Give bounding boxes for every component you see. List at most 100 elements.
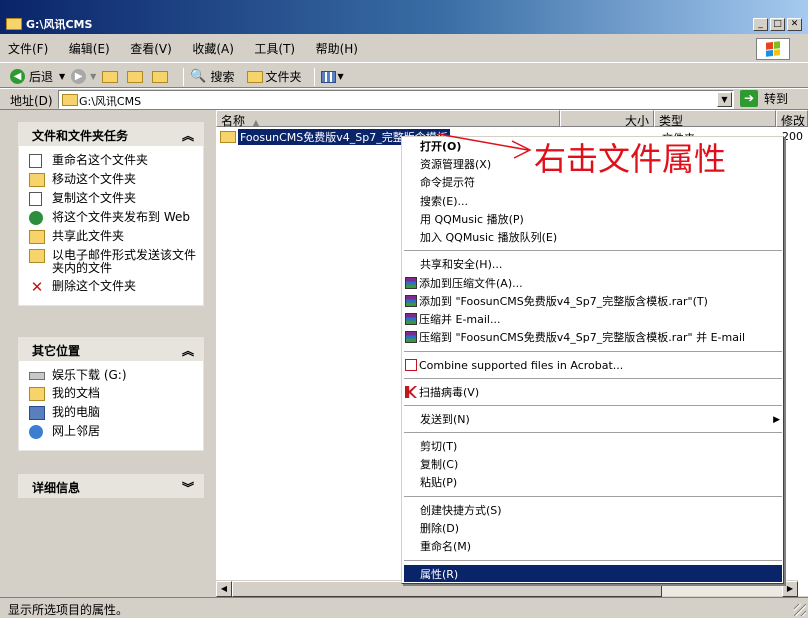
menu-item-copy[interactable]: 复制(C) [420,458,458,472]
menu-help[interactable]: 帮助(H) [316,40,358,57]
search-button[interactable]: 🔍 搜索 [190,68,234,85]
column-header-size[interactable]: 大小 [560,110,654,128]
annotation-text: 右击文件属性 [534,140,727,178]
rename-icon [29,154,42,168]
menu-item-create-shortcut[interactable]: 创建快捷方式(S) [420,504,502,518]
go-button[interactable]: ➔ 转到 [740,90,788,107]
menu-view[interactable]: 查看(V) [130,40,172,57]
folder-icon [6,18,22,30]
menu-item-command-prompt[interactable]: 命令提示符 [420,176,475,190]
menu-item-qqmusic-queue[interactable]: 加入 QQMusic 播放队列(E) [420,231,557,245]
menu-label: 压缩到 "FoosunCMS免费版v4_Sp7_完整版含模板.rar" 并 E-… [419,331,746,344]
go-label: 转到 [764,92,789,106]
column-label: 类型 [659,114,684,128]
expand-icon[interactable]: ︾ [182,479,194,496]
task-label: 删除这个文件夹 [52,279,137,293]
menu-favorites[interactable]: 收藏(A) [192,40,234,57]
task-copy-folder[interactable]: 复制这个文件夹 [29,192,197,206]
menu-item-add-archive[interactable]: 添加到压缩文件(A)... [405,277,523,291]
collapse-icon[interactable]: ︽ [182,127,194,144]
views-icon [320,70,336,83]
minimize-button[interactable]: _ [753,18,768,31]
resize-grip-icon[interactable] [794,604,806,616]
place-label: 娱乐下载 (G:) [52,368,127,382]
back-dropdown-icon[interactable]: ▼ [59,72,65,81]
address-input[interactable]: G:\风讯CMS ▼ [58,90,734,109]
column-header-name[interactable]: 名称 ▲ [216,110,560,128]
collapse-icon[interactable]: ︽ [182,342,194,359]
task-pane: 文件和文件夹任务 ︽ 重命名这个文件夹 移动这个文件夹 复制这个文件夹 将这个文… [4,112,214,590]
status-text: 显示所选项目的属性。 [8,603,129,617]
menu-label: 添加到压缩文件(A)... [419,277,523,290]
close-button[interactable]: ✕ [787,18,802,31]
delete-icon: ✕ [30,277,44,296]
menu-item-send-to[interactable]: 发送到(N) ▶ [420,413,780,427]
place-my-computer[interactable]: 我的电脑 [29,406,197,420]
maximize-button[interactable]: □ [770,18,785,31]
place-network[interactable]: 网上邻居 [29,425,197,439]
email-icon [29,249,45,263]
other-places-header[interactable]: 其它位置 ︽ [18,337,204,361]
up-button[interactable] [102,70,121,83]
antivirus-icon [405,386,417,398]
task-label: 将这个文件夹发布到 Web [52,210,190,224]
menu-separator [404,378,782,380]
folders-icon [246,70,263,83]
menu-item-delete[interactable]: 删除(D) [420,522,459,536]
views-button[interactable]: ▼ [320,70,344,83]
folders-label: 文件夹 [265,70,302,84]
menu-item-properties[interactable]: 属性(R) [404,565,782,582]
menu-label: Combine supported files in Acrobat... [419,359,624,372]
menu-item-search[interactable]: 搜索(E)... [420,195,468,209]
window-controls: _ □ ✕ [753,18,802,31]
column-label: 修改 [781,114,806,128]
menu-item-compress-rar-email[interactable]: 压缩到 "FoosunCMS免费版v4_Sp7_完整版含模板.rar" 并 E-… [405,331,745,345]
menu-item-cut[interactable]: 剪切(T) [420,440,457,454]
copy-to-icon [152,70,169,83]
menu-item-sharing[interactable]: 共享和安全(H)... [420,258,502,272]
scroll-right-button[interactable]: ▶ [782,581,798,597]
menu-item-acrobat-combine[interactable]: Combine supported files in Acrobat... [405,359,623,373]
toolbar-separator [313,67,315,86]
menu-edit[interactable]: 编辑(E) [69,40,110,57]
folders-button[interactable]: 文件夹 [246,68,302,85]
other-places-title: 其它位置 [32,344,81,358]
menu-item-rename[interactable]: 重命名(M) [420,540,471,554]
menu-item-virus-scan[interactable]: 扫描病毒(V) [405,386,479,400]
task-email-files[interactable]: 以电子邮件形式发送该文件夹内的文件 [29,249,197,275]
task-move-folder[interactable]: 移动这个文件夹 [29,173,197,187]
menu-item-open[interactable]: 打开(O) [420,140,461,154]
menu-tools[interactable]: 工具(T) [254,40,295,57]
menu-item-compress-email[interactable]: 压缩并 E-mail... [405,313,500,327]
back-button[interactable]: ◀ 后退 ▼ [10,68,65,85]
details-panel: 详细信息 ︾ [18,474,204,498]
details-title: 详细信息 [32,481,81,495]
menu-item-explorer[interactable]: 资源管理器(X) [420,158,491,172]
menu-separator [404,432,782,434]
place-my-documents[interactable]: 我的文档 [29,387,197,401]
file-tasks-header[interactable]: 文件和文件夹任务 ︽ [18,122,204,146]
task-delete-folder[interactable]: ✕ 删除这个文件夹 [29,277,197,296]
move-to-button[interactable] [127,70,146,83]
forward-arrow-icon: ▶ [71,69,87,84]
task-rename-folder[interactable]: 重命名这个文件夹 [29,154,197,168]
task-publish-web[interactable]: 将这个文件夹发布到 Web [29,211,197,225]
search-label: 搜索 [210,70,235,84]
details-header[interactable]: 详细信息 ︾ [18,474,204,498]
title-bar: G:\风讯CMS [0,0,808,34]
column-header-modified[interactable]: 修改 [776,110,808,128]
column-header-type[interactable]: 类型 [654,110,776,128]
menu-file[interactable]: 文件(F) [8,40,48,57]
menu-item-qqmusic-play[interactable]: 用 QQMusic 播放(P) [420,213,524,227]
drive-icon [29,372,45,380]
menu-item-add-to-rar[interactable]: 添加到 "FoosunCMS免费版v4_Sp7_完整版含模板.rar"(T) [405,295,708,309]
copy-to-button[interactable] [152,70,171,83]
scroll-left-button[interactable]: ◀ [216,581,232,597]
menu-separator [404,560,782,562]
forward-button[interactable]: ▶ ▼ [71,69,96,84]
place-drive-g[interactable]: 娱乐下载 (G:) [29,369,197,382]
menu-separator [404,250,782,252]
task-share-folder[interactable]: 共享此文件夹 [29,230,197,244]
address-dropdown-button[interactable]: ▼ [717,92,732,107]
menu-item-paste[interactable]: 粘贴(P) [420,476,457,490]
